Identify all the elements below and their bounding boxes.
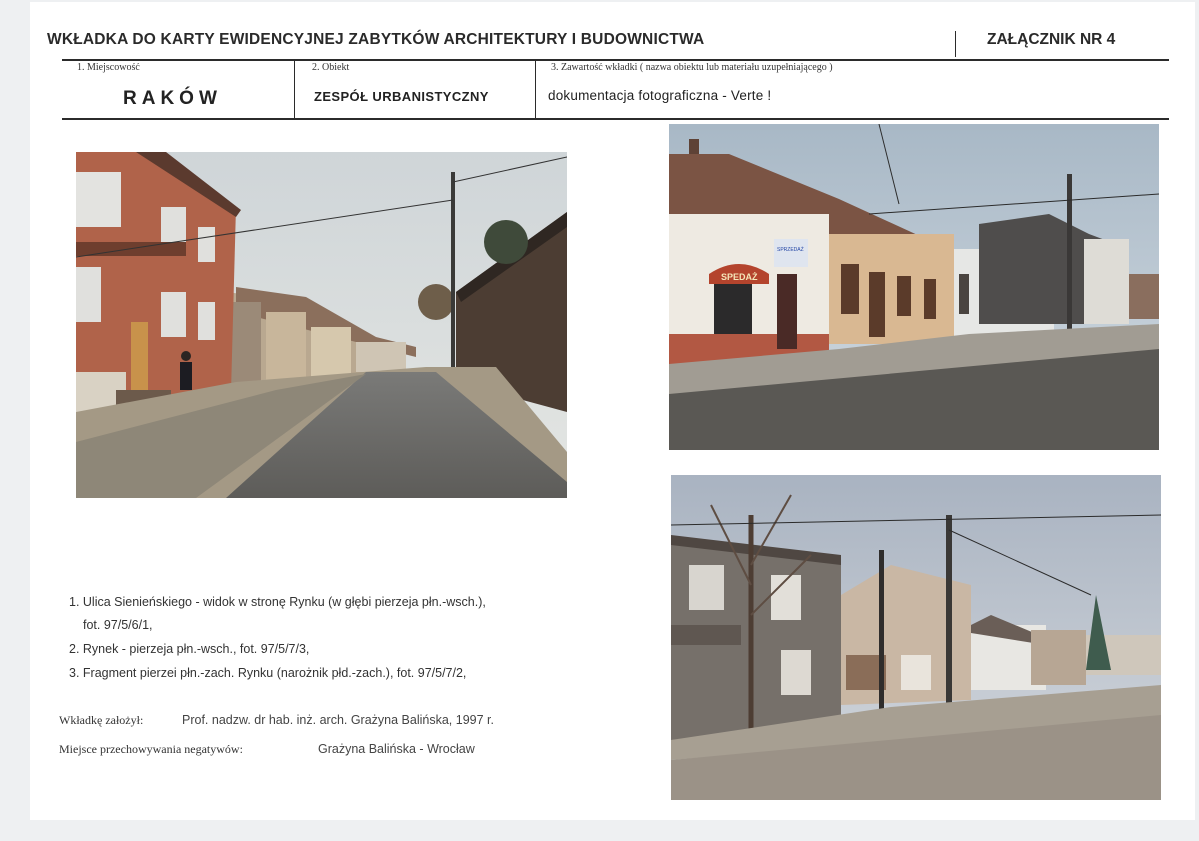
caption-item-1: 1. Ulica Sienieńskiego - widok w stronę … <box>69 595 486 609</box>
photograph-icon: SPEDAŻ SPRZEDAŻ <box>669 124 1159 450</box>
author-label: Wkładkę założył: <box>59 713 144 727</box>
header-divider-vertical <box>955 31 956 57</box>
svg-text:SPRZEDAŻ: SPRZEDAŻ <box>777 246 804 253</box>
caption-item-3: 3. Fragment pierzei płn.-zach. Rynku (na… <box>69 666 467 680</box>
field-divider-2 <box>535 61 536 118</box>
svg-text:SPEDAŻ: SPEDAŻ <box>721 272 758 282</box>
location-label: 1. Miejscowość <box>77 62 140 73</box>
negatives-storage-value: Grażyna Balińska - Wrocław <box>318 742 475 756</box>
caption-item-2: 2. Rynek - pierzeja płn.-wsch., fot. 97/… <box>69 642 310 656</box>
field-divider-1 <box>294 61 295 118</box>
negatives-storage-label: Miejsce przechowywania negatywów: <box>59 742 243 756</box>
photo-street-sienienskiego <box>76 152 567 498</box>
photograph-icon <box>76 152 567 498</box>
photo-market-ne-frontage: SPEDAŻ SPRZEDAŻ <box>669 124 1159 450</box>
author-value: Prof. nadzw. dr hab. inż. arch. Grażyna … <box>182 713 494 727</box>
object-value: ZESPÓŁ URBANISTYCZNY <box>314 89 489 104</box>
content-value: dokumentacja fotograficzna - Verte ! <box>548 88 772 103</box>
caption-item-1-continued: fot. 97/5/6/1, <box>83 618 153 632</box>
document-title: WKŁADKA DO KARTY EWIDENCYJNEJ ZABYTKÓW A… <box>47 31 705 48</box>
content-label: 3. Zawartość wkładki ( nazwa obiektu lub… <box>551 62 833 73</box>
annex-number: ZAŁĄCZNIK NR 4 <box>987 31 1116 48</box>
object-label: 2. Obiekt <box>312 62 350 73</box>
header-rule-top <box>62 59 1169 61</box>
header-rule-bottom <box>62 118 1169 120</box>
location-value: RAKÓW <box>123 88 222 109</box>
photograph-icon <box>671 475 1161 800</box>
photo-market-nw-frontage-corner <box>671 475 1161 800</box>
